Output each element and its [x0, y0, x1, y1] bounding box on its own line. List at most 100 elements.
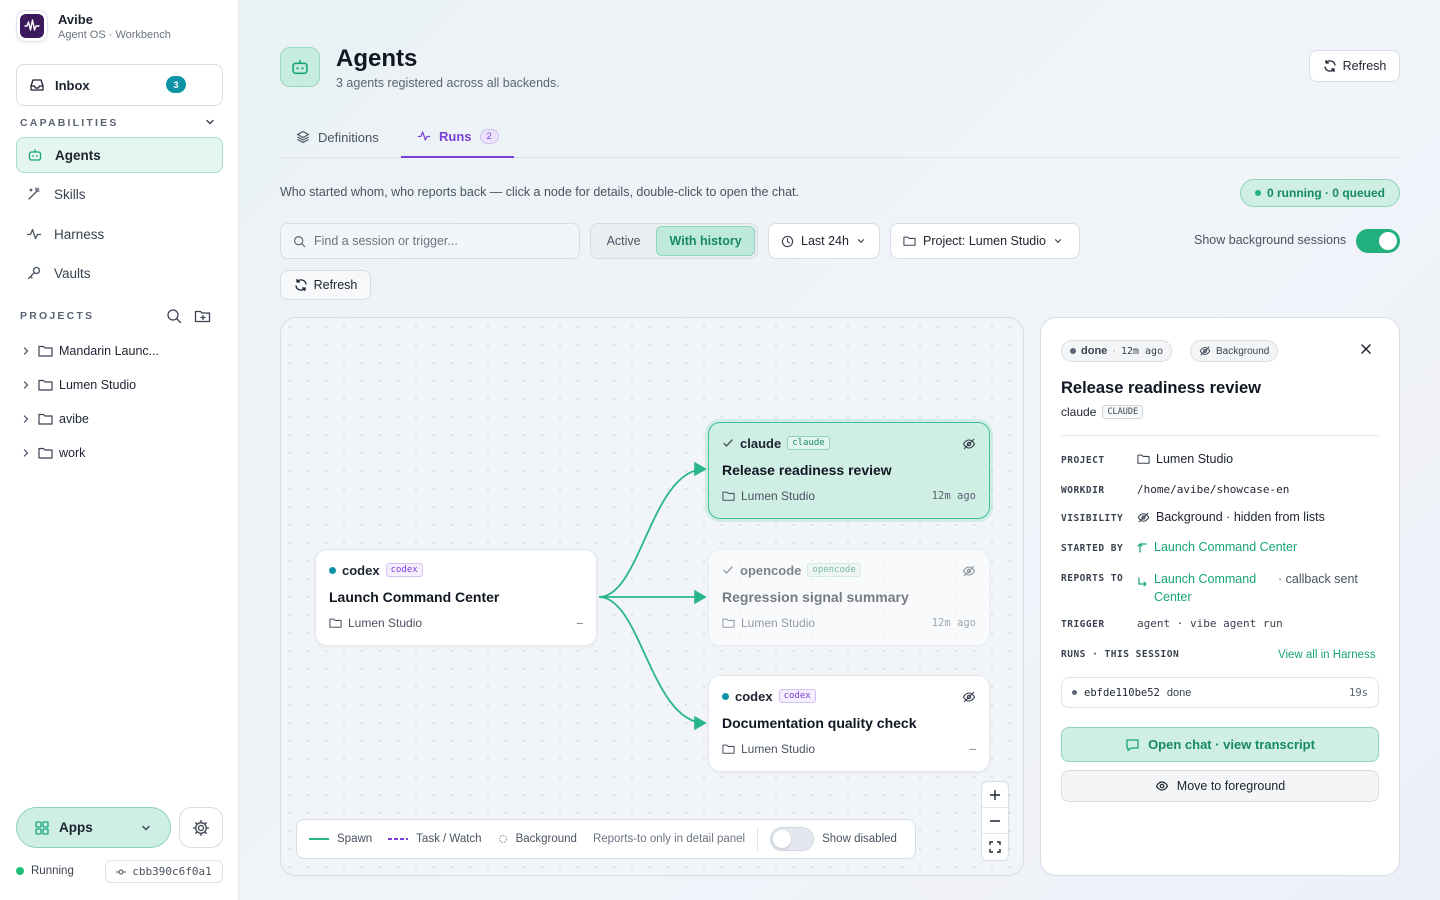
refresh-button[interactable]: Refresh	[1309, 50, 1400, 82]
sidebar-item-label: Vaults	[54, 265, 91, 281]
grid-icon	[35, 820, 49, 835]
open-chat-button[interactable]: Open chat · view transcript	[1061, 727, 1379, 762]
visibility-field-label: VISIBILITY	[1061, 513, 1124, 524]
zoom-in-button[interactable]	[982, 782, 1008, 808]
check-icon	[722, 437, 734, 449]
run-id: ebfde110be52	[1084, 686, 1160, 699]
graph-node-selected[interactable]: claude claude Release readiness review L…	[708, 422, 990, 519]
visibility-value: Background · hidden from lists	[1156, 510, 1325, 524]
refresh-graph-button[interactable]: Refresh	[280, 270, 371, 300]
graph-node[interactable]: codex codex Launch Command Center Lumen …	[315, 549, 597, 646]
zoom-out-button[interactable]	[982, 808, 1008, 834]
move-to-foreground-button[interactable]: Move to foreground	[1061, 770, 1379, 802]
sidebar-item-vaults[interactable]: Vaults	[16, 255, 223, 291]
project-label: Mandarin Launc...	[59, 344, 160, 358]
session-search[interactable]	[280, 223, 580, 259]
sidebar-item-agents[interactable]: Agents	[16, 137, 223, 173]
segment-active[interactable]: Active	[593, 226, 654, 256]
node-tag: claude	[787, 436, 830, 450]
run-row[interactable]: ebfde110be52 done 19s	[1061, 677, 1379, 708]
sidebar-item-label: Harness	[54, 226, 105, 242]
sidebar-item-skills[interactable]: Skills	[16, 176, 223, 212]
chat-icon	[1125, 738, 1140, 752]
page-subtitle: 3 agents registered across all backends.	[336, 76, 560, 90]
layers-icon	[296, 130, 310, 144]
apps-button[interactable]: Apps	[16, 807, 171, 848]
commit-badge[interactable]: cbb390c6f0a1	[105, 860, 223, 883]
node-project: Lumen Studio	[741, 489, 816, 503]
fullscreen-icon	[989, 841, 1001, 853]
detail-title: Release readiness review	[1061, 379, 1261, 397]
node-agent: codex	[342, 562, 380, 578]
eye-icon	[1155, 779, 1169, 793]
project-label: avibe	[59, 412, 89, 426]
node-time: –	[576, 617, 583, 629]
visibility-field: Background · hidden from lists	[1137, 510, 1325, 524]
runs-heading: RUNS · THIS SESSION	[1061, 649, 1180, 660]
brand[interactable]: Avibe Agent OS · Workbench	[16, 10, 171, 42]
wand-icon	[26, 186, 42, 202]
project-item[interactable]: avibe	[20, 412, 89, 426]
spawn-line-icon	[309, 837, 329, 841]
folder-icon	[38, 344, 53, 358]
corner-up-icon	[1137, 541, 1148, 553]
check-icon	[722, 564, 734, 576]
node-agent: claude	[740, 435, 782, 451]
run-graph-canvas[interactable]: codex codex Launch Command Center Lumen …	[280, 317, 1024, 876]
tab-label: Definitions	[318, 129, 379, 145]
graph-node[interactable]: opencode opencode Regression signal summ…	[708, 549, 990, 646]
settings-button[interactable]	[179, 807, 223, 848]
close-icon[interactable]	[1359, 342, 1373, 356]
status-dot	[1254, 190, 1261, 196]
key-icon	[26, 265, 42, 281]
fit-view-button[interactable]	[982, 834, 1008, 860]
background-sessions-toggle[interactable]	[1356, 229, 1400, 253]
projects-heading: PROJECTS	[20, 310, 95, 322]
project-item[interactable]: Mandarin Launc...	[20, 344, 159, 358]
run-detail-panel: done · 12m ago Background Release readin…	[1040, 317, 1400, 876]
show-disabled-toggle[interactable]	[770, 827, 815, 851]
brand-name: Avibe	[58, 11, 93, 27]
chevron-down-icon[interactable]	[204, 116, 216, 128]
tab-definitions[interactable]: Definitions	[296, 116, 379, 158]
workdir-field-label: WORKDIR	[1061, 485, 1105, 496]
inbox-count-badge: 3	[166, 76, 186, 93]
project-label: Lumen Studio	[59, 378, 137, 392]
main-content: Agents 3 agents registered across all ba…	[240, 0, 1440, 900]
eye-off-icon	[962, 437, 976, 451]
project-filter-dropdown[interactable]: Project: Lumen Studio	[890, 223, 1080, 259]
view-all-harness-link[interactable]: View all in Harness	[1278, 649, 1376, 661]
eye-off-icon	[1199, 345, 1211, 357]
project-item[interactable]: work	[20, 446, 85, 460]
search-input[interactable]	[314, 234, 554, 248]
run-status-dot	[1072, 690, 1077, 695]
status-label: done	[1081, 345, 1108, 357]
background-sessions-label: Show background sessions	[1194, 233, 1347, 247]
search-icon	[293, 235, 306, 248]
sidebar-item-harness[interactable]: Harness	[16, 216, 223, 252]
brand-subtitle: Agent OS · Workbench	[58, 28, 171, 41]
time-range-dropdown[interactable]: Last 24h	[768, 223, 880, 259]
commit-hash: cbb390c6f0a1	[132, 865, 212, 878]
tab-bar: Definitions Runs 2	[280, 116, 1400, 158]
started-by-link[interactable]: Launch Command Center	[1137, 540, 1297, 554]
folder-icon	[329, 617, 342, 629]
node-time: 12m ago	[931, 490, 976, 502]
project-item[interactable]: Lumen Studio	[20, 378, 136, 392]
reports-to-link[interactable]: Launch Command Center	[1154, 570, 1272, 606]
segment-with-history[interactable]: With history	[656, 226, 755, 256]
inbox-button[interactable]: Inbox 3	[16, 64, 223, 106]
sidebar-item-label: Agents	[55, 147, 101, 163]
trigger-value: agent · vibe agent run	[1137, 617, 1283, 630]
minus-icon	[989, 815, 1001, 827]
foreground-label: Move to foreground	[1176, 779, 1286, 793]
refresh-icon	[1323, 59, 1337, 73]
graph-node[interactable]: codex codex Documentation quality check …	[708, 675, 990, 772]
search-icon[interactable]	[166, 308, 182, 324]
started-by-label: STARTED BY	[1061, 543, 1124, 554]
node-title: Release readiness review	[722, 462, 892, 478]
tab-runs[interactable]: Runs 2	[401, 116, 514, 158]
activity-icon	[26, 226, 42, 242]
zoom-controls	[981, 781, 1009, 861]
new-folder-icon[interactable]	[194, 308, 211, 324]
